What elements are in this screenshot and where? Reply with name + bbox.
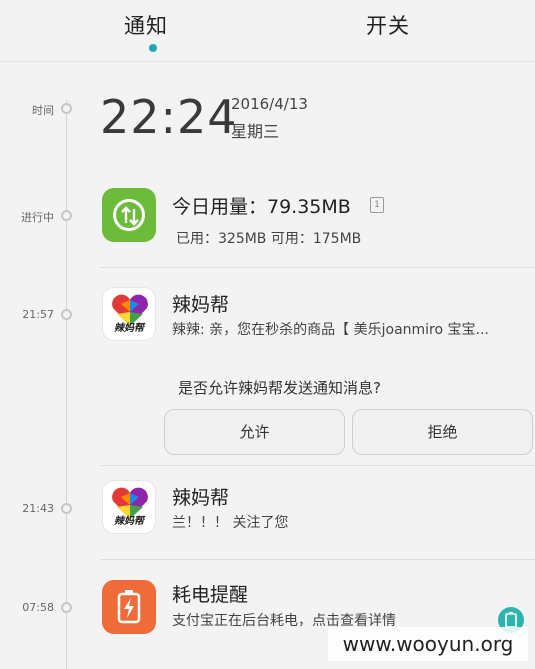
notification-title: 耗电提醒 <box>172 584 249 606</box>
timeline-label-time: 07:58 <box>22 601 54 614</box>
data-usage-icon[interactable] <box>102 188 156 242</box>
watermark-text: www.wooyun.org <box>328 627 528 661</box>
divider <box>100 465 535 466</box>
timeline-dot <box>61 309 72 320</box>
timeline-label-time: 21:57 <box>22 308 54 321</box>
notification-app-name: 辣妈帮 <box>172 487 230 509</box>
current-weekday: 星期三 <box>231 122 280 141</box>
timeline-dot <box>61 602 72 613</box>
notification-message[interactable]: 兰！！！ 关注了您 <box>172 512 288 532</box>
timeline-label-time: 时间 <box>32 104 54 117</box>
notification-message[interactable]: 辣辣: 亲，您在秒杀的商品【 美乐joanmiro 宝宝... <box>172 319 489 339</box>
divider <box>100 559 535 560</box>
battery-warning-icon[interactable] <box>102 580 156 634</box>
tab-bar: 通知 开关 <box>0 0 535 62</box>
current-time: 22:24 <box>100 90 238 144</box>
tab-switches[interactable]: 开关 <box>366 10 410 40</box>
timeline-dot <box>61 103 72 114</box>
deny-button[interactable]: 拒绝 <box>352 409 533 455</box>
lamabang-app-icon[interactable]: 辣妈帮 <box>102 480 156 534</box>
timeline-label-ongoing: 进行中 <box>21 211 54 224</box>
data-usage-detail: 已用：325MB 可用：175MB <box>176 231 362 247</box>
allow-button[interactable]: 允许 <box>164 409 345 455</box>
lamabang-app-icon[interactable]: 辣妈帮 <box>102 287 156 341</box>
tab-active-indicator <box>149 44 157 52</box>
data-usage-title: 今日用量：79.35MB <box>172 196 351 218</box>
current-date: 2016/4/13 <box>231 95 308 113</box>
divider <box>100 267 535 268</box>
timeline-label-time: 21:43 <box>22 502 54 515</box>
tab-notifications[interactable]: 通知 <box>124 10 168 40</box>
notification-app-name: 辣妈帮 <box>172 294 230 316</box>
timeline-dot <box>61 503 72 514</box>
timeline-line <box>66 100 67 669</box>
sim-card-icon: 1 <box>370 197 384 213</box>
timeline-dot <box>61 210 72 221</box>
lamabang-icon-text: 辣妈帮 <box>114 323 144 334</box>
lamabang-icon-text: 辣妈帮 <box>114 516 144 527</box>
permission-question: 是否允许辣妈帮发送通知消息? <box>178 379 381 397</box>
